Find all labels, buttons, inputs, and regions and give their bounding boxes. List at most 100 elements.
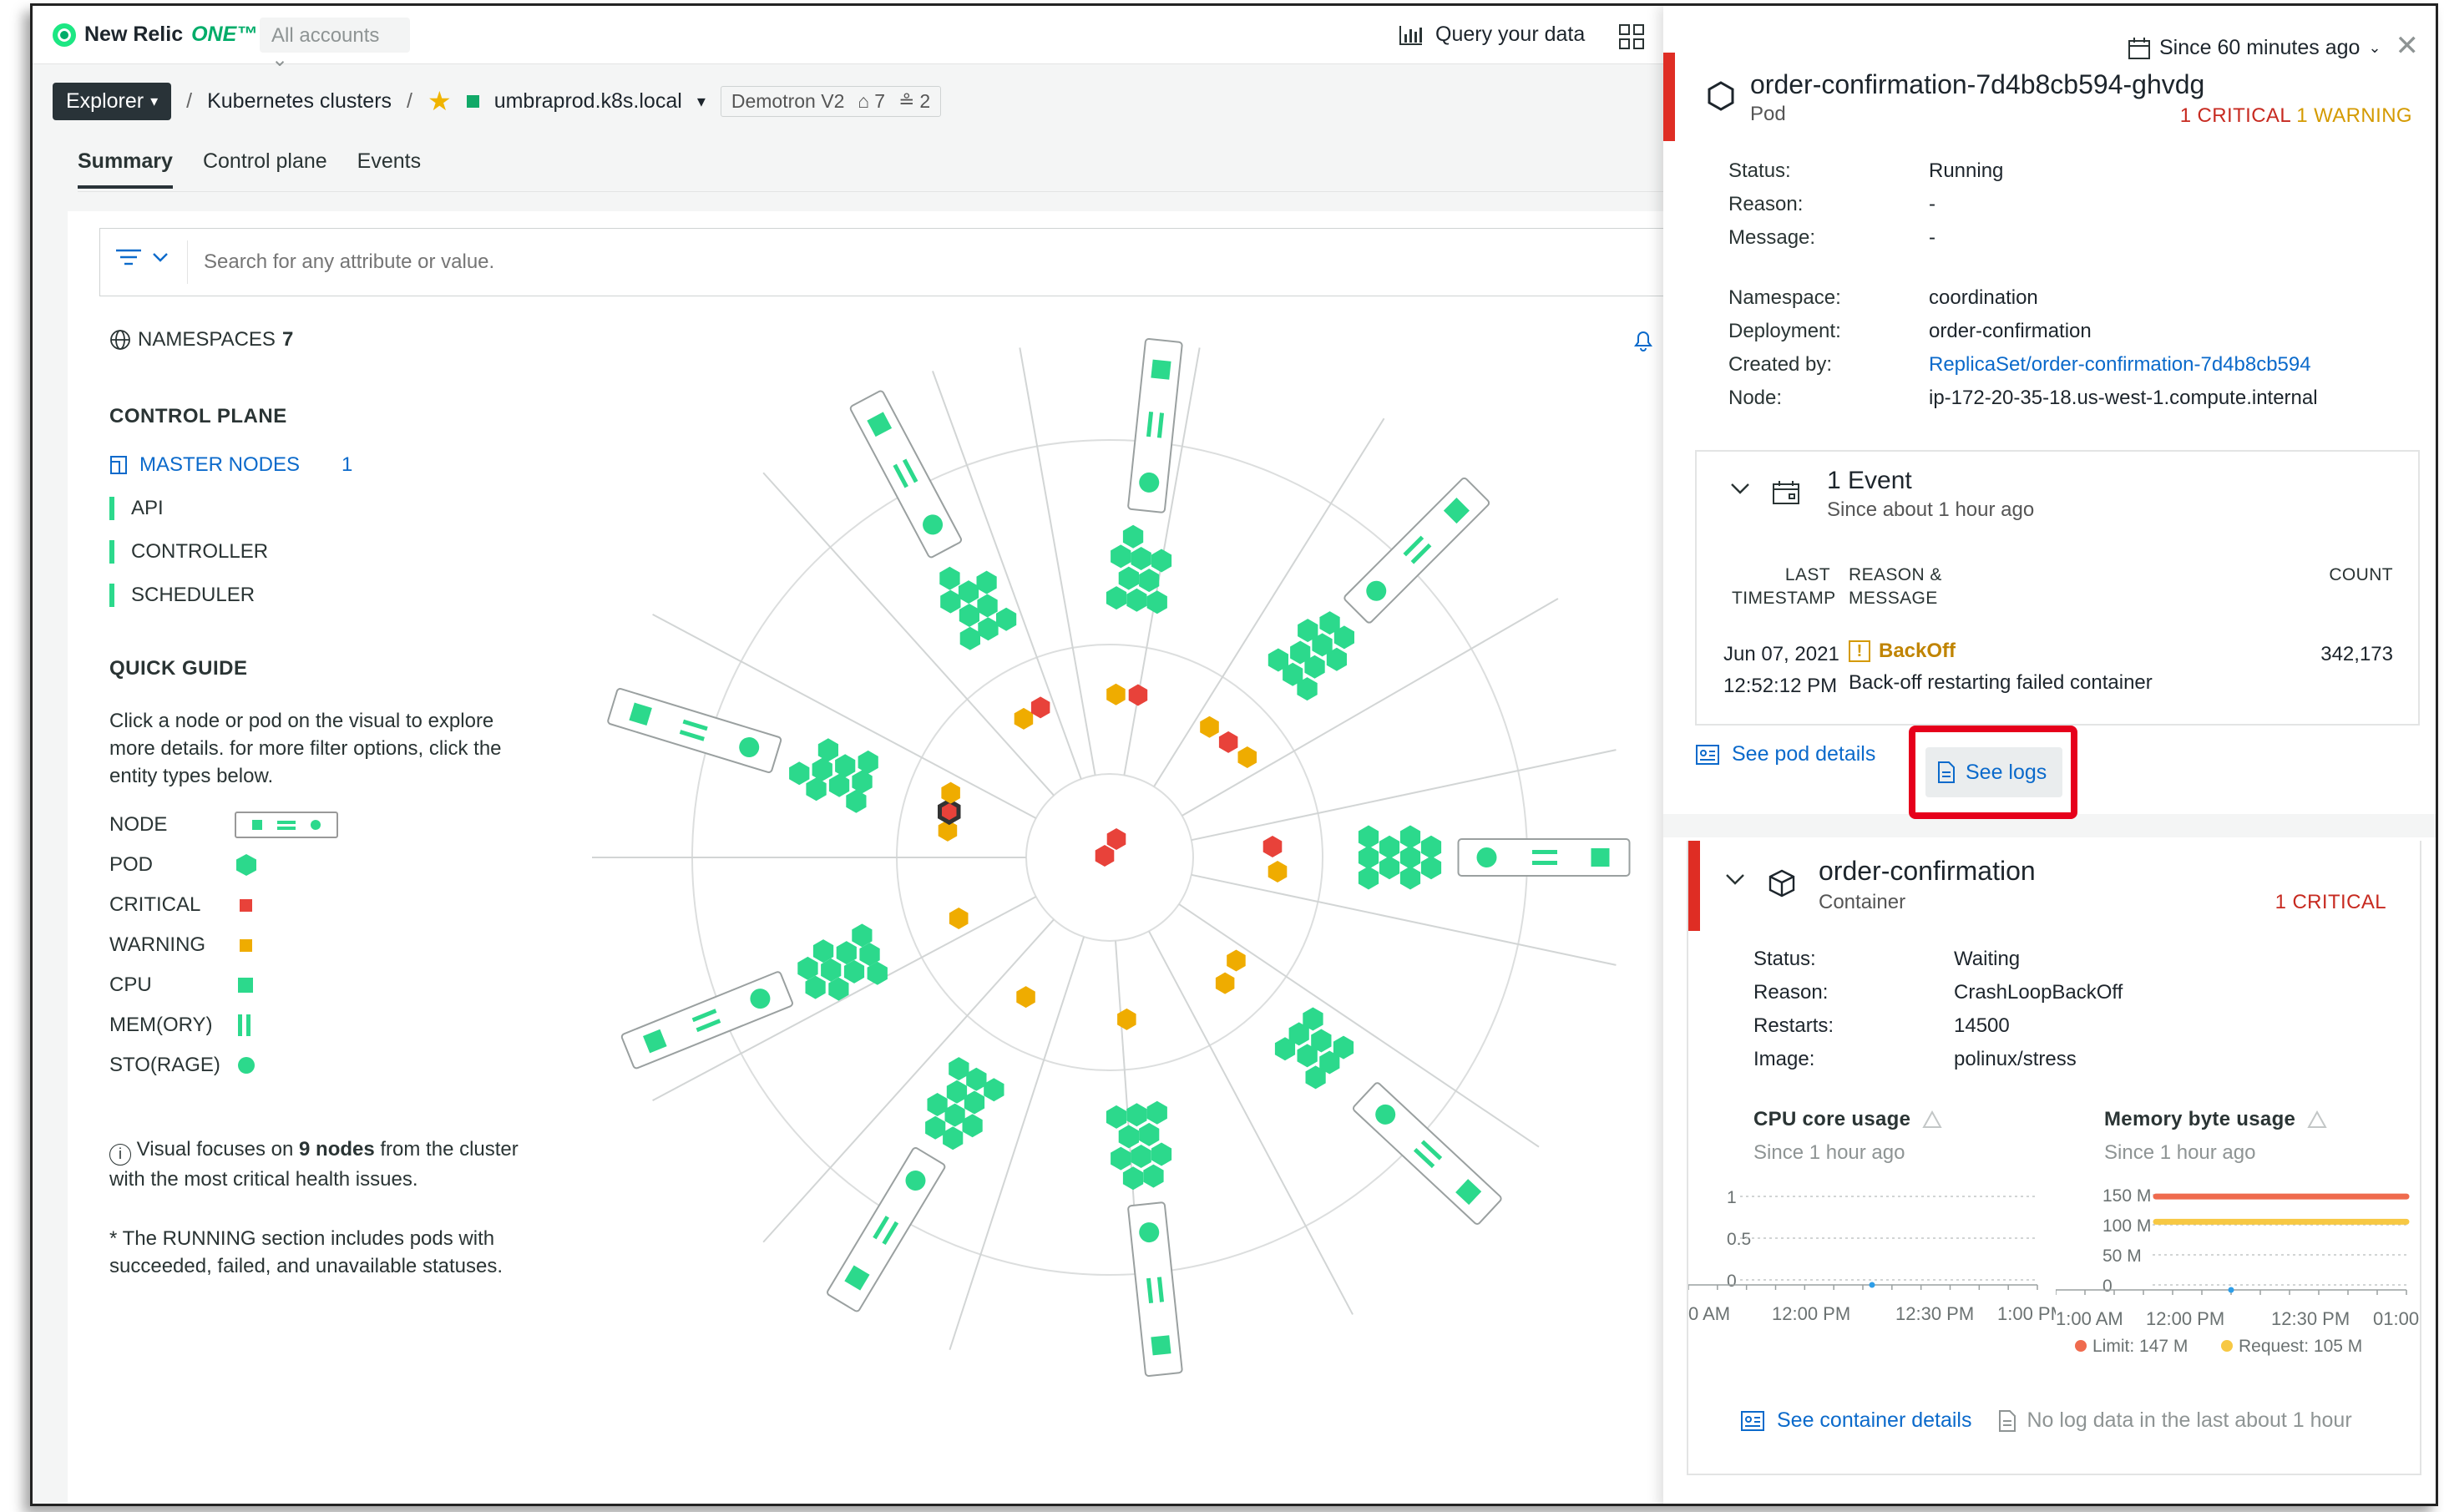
- pod-healthy[interactable]: [1106, 1105, 1127, 1129]
- pod-warning[interactable]: [1200, 716, 1219, 738]
- legend-storage[interactable]: STO(RAGE): [109, 1054, 577, 1077]
- namespaces-filter[interactable]: NAMESPACES 7: [109, 328, 577, 351]
- tab-summary[interactable]: Summary: [78, 149, 173, 189]
- account-picker[interactable]: All accounts ⌄: [260, 18, 410, 71]
- pod-healthy[interactable]: [939, 566, 960, 590]
- pod-healthy[interactable]: [977, 594, 998, 618]
- pod-healthy[interactable]: [1358, 825, 1379, 849]
- legend-warning[interactable]: WARNING: [109, 933, 577, 957]
- pod-healthy[interactable]: [858, 750, 878, 774]
- pod-healthy[interactable]: [1131, 1145, 1151, 1168]
- pod-warning[interactable]: [1106, 683, 1126, 705]
- node-3[interactable]: [1457, 838, 1631, 877]
- node-4[interactable]: [1352, 1082, 1502, 1226]
- tab-control-plane[interactable]: Control plane: [203, 149, 327, 189]
- legend-critical[interactable]: CRITICAL: [109, 893, 577, 917]
- pod-healthy[interactable]: [1139, 1122, 1160, 1146]
- node-8[interactable]: [607, 687, 782, 774]
- pod-healthy[interactable]: [949, 1057, 969, 1081]
- legend-node[interactable]: NODE: [109, 812, 577, 838]
- pod-healthy[interactable]: [1420, 835, 1442, 859]
- new-relic-logo[interactable]: New Relic ONE™: [53, 23, 257, 47]
- pod-healthy[interactable]: [1143, 1164, 1164, 1188]
- node-1[interactable]: [1127, 337, 1183, 513]
- pod-healthy[interactable]: [1126, 1103, 1147, 1127]
- node-6[interactable]: [827, 1146, 946, 1312]
- see-container-details-link[interactable]: See container details: [1777, 1408, 1971, 1433]
- cluster-name[interactable]: umbraprod.k8s.local: [494, 89, 682, 114]
- pod-healthy[interactable]: [984, 1078, 1004, 1102]
- tab-events[interactable]: Events: [357, 149, 421, 189]
- chevron-down-icon[interactable]: ▾: [697, 91, 706, 112]
- pod-healthy[interactable]: [976, 570, 997, 594]
- master-nodes-link[interactable]: MASTER NODES 1: [109, 453, 577, 477]
- pod-healthy[interactable]: [1358, 846, 1379, 869]
- pod-critical[interactable]: [1030, 696, 1050, 719]
- pod-healthy[interactable]: [1399, 825, 1421, 849]
- pod-healthy[interactable]: [1126, 588, 1147, 612]
- pod-critical[interactable]: [1095, 845, 1115, 867]
- control-plane-item-controller[interactable]: CONTROLLER: [109, 540, 577, 564]
- pod-healthy[interactable]: [959, 604, 979, 627]
- pod-healthy[interactable]: [812, 757, 832, 781]
- pod-healthy[interactable]: [835, 754, 856, 778]
- pod-healthy[interactable]: [962, 1114, 983, 1138]
- pod-healthy[interactable]: [943, 1126, 964, 1150]
- pod-healthy[interactable]: [806, 777, 827, 802]
- pod-healthy[interactable]: [846, 789, 867, 813]
- pod-healthy[interactable]: [1146, 1100, 1167, 1125]
- pod-healthy[interactable]: [1151, 1142, 1172, 1166]
- control-plane-item-scheduler[interactable]: SCHEDULER: [109, 584, 577, 607]
- pod-healthy[interactable]: [996, 607, 1017, 631]
- breadcrumb-kubernetes-clusters[interactable]: Kubernetes clusters: [207, 89, 392, 114]
- node-7[interactable]: [620, 971, 794, 1070]
- legend-pod[interactable]: POD: [109, 853, 577, 877]
- pod-healthy[interactable]: [966, 1067, 987, 1091]
- pod-healthy[interactable]: [959, 626, 980, 650]
- pod-critical[interactable]: [938, 798, 961, 826]
- pod-healthy[interactable]: [1358, 866, 1379, 890]
- node-2[interactable]: [1343, 477, 1490, 624]
- pod-critical[interactable]: [1106, 828, 1126, 850]
- see-pod-details-link[interactable]: See pod details: [1695, 742, 1875, 766]
- apps-grid-icon[interactable]: [1619, 24, 1644, 49]
- cluster-radial-visual[interactable]: [534, 315, 1719, 1500]
- pod-healthy[interactable]: [1111, 544, 1131, 569]
- cpu-core-usage-chart[interactable]: 1 0.5 0 0 AM 12:00 PM 12:30 PM 1:00 PM: [1688, 1175, 2056, 1333]
- pod-warning[interactable]: [1014, 707, 1034, 730]
- pod-warning[interactable]: [1227, 949, 1246, 972]
- pod-healthy[interactable]: [964, 1090, 985, 1115]
- pod-healthy[interactable]: [1399, 846, 1421, 869]
- favorite-star-icon[interactable]: ★: [428, 85, 452, 117]
- legend-memory[interactable]: MEM(ORY): [109, 1014, 577, 1037]
- pod-healthy[interactable]: [1379, 856, 1400, 880]
- pod-healthy[interactable]: [789, 761, 810, 786]
- node-5[interactable]: [1127, 1201, 1183, 1378]
- legend-cpu[interactable]: CPU: [109, 973, 577, 997]
- pod-healthy[interactable]: [925, 1115, 946, 1140]
- pod-healthy[interactable]: [1122, 524, 1144, 549]
- memory-byte-usage-chart[interactable]: 150 M 100 M 50 M 0 1:00 AM 12:00 PM 12:30 PM 01…: [2056, 1175, 2423, 1383]
- pod-healthy[interactable]: [817, 738, 838, 762]
- pod-healthy[interactable]: [940, 589, 961, 614]
- filter-menu[interactable]: [115, 249, 169, 265]
- pod-healthy[interactable]: [1399, 866, 1421, 890]
- pod-healthy[interactable]: [852, 770, 873, 794]
- pod-warning[interactable]: [1016, 986, 1035, 1009]
- pod-healthy[interactable]: [927, 1093, 948, 1116]
- pod-healthy[interactable]: [944, 1103, 965, 1127]
- pod-critical[interactable]: [1218, 731, 1238, 753]
- replicaset-link[interactable]: ReplicaSet/order-confirmation-7d4b8cb594: [1929, 353, 2311, 377]
- pod-warning[interactable]: [1215, 972, 1235, 994]
- explorer-button[interactable]: Explorer ▾: [53, 82, 172, 120]
- pod-healthy[interactable]: [1122, 1166, 1144, 1191]
- pod-critical[interactable]: [1262, 836, 1283, 857]
- pod-critical[interactable]: [1128, 684, 1148, 706]
- pod-healthy[interactable]: [828, 773, 850, 797]
- pod-healthy[interactable]: [1106, 586, 1127, 610]
- chevron-down-icon[interactable]: [1730, 482, 1750, 495]
- pod-healthy[interactable]: [978, 617, 999, 641]
- pod-warning[interactable]: [949, 908, 969, 929]
- pod-warning[interactable]: [941, 781, 960, 804]
- pod-healthy[interactable]: [1151, 549, 1172, 573]
